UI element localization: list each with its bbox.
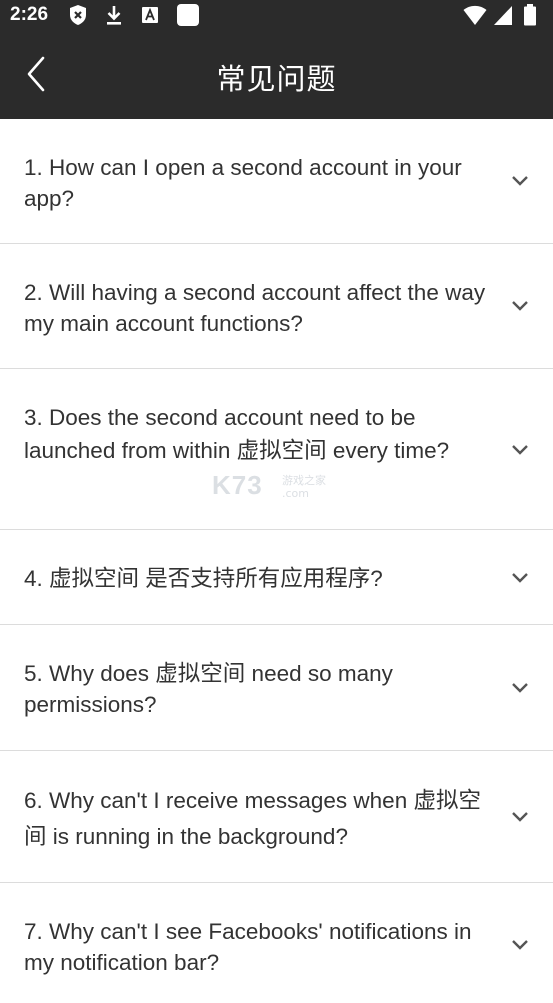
faq-question: 7. Why can't I see Facebooks' notificati…: [24, 919, 472, 975]
faq-item-6[interactable]: 6. Why can't I receive messages when 虚拟空…: [0, 751, 553, 883]
faq-question: 1. How can I open a second account in yo…: [24, 155, 462, 211]
faq-item-7[interactable]: 7. Why can't I see Facebooks' notificati…: [0, 883, 553, 1003]
font-icon: [140, 4, 162, 26]
faq-list: 1. How can I open a second account in yo…: [0, 119, 553, 1003]
status-bar: 2:26: [0, 0, 553, 30]
status-left-icons: [68, 4, 199, 26]
chevron-down-icon: [512, 176, 528, 186]
faq-question: 3. Does the second account need to be la…: [24, 405, 450, 463]
download-icon: [104, 4, 126, 26]
faq-item-1[interactable]: 1. How can I open a second account in yo…: [0, 119, 553, 244]
app-bar: 常见问题: [0, 30, 553, 119]
faq-item-3[interactable]: 3. Does the second account need to be la…: [0, 369, 553, 530]
chevron-down-icon: [512, 683, 528, 693]
shield-icon: [68, 4, 90, 26]
faq-item-5[interactable]: 5. Why does 虚拟空间 need so many permission…: [0, 625, 553, 751]
status-right-icons: [463, 4, 545, 26]
signal-icon: [493, 4, 515, 26]
faq-question: 6. Why can't I receive messages when 虚拟空…: [24, 788, 481, 849]
app-square-icon: [176, 4, 199, 26]
battery-icon: [523, 4, 545, 26]
faq-question: 5. Why does 虚拟空间 need so many permission…: [24, 661, 393, 717]
chevron-down-icon: [512, 940, 528, 950]
faq-item-2[interactable]: 2. Will having a second account affect t…: [0, 244, 553, 369]
faq-question: 4. 虚拟空间 是否支持所有应用程序?: [24, 566, 383, 591]
chevron-down-icon: [512, 445, 528, 455]
chevron-down-icon: [512, 301, 528, 311]
wifi-icon: [463, 4, 487, 26]
faq-item-4[interactable]: 4. 虚拟空间 是否支持所有应用程序?: [0, 530, 553, 625]
chevron-down-icon: [512, 812, 528, 822]
status-time: 2:26: [10, 4, 49, 25]
chevron-down-icon: [512, 573, 528, 583]
page-title: 常见问题: [216, 62, 337, 96]
faq-question: 2. Will having a second account affect t…: [24, 280, 486, 336]
